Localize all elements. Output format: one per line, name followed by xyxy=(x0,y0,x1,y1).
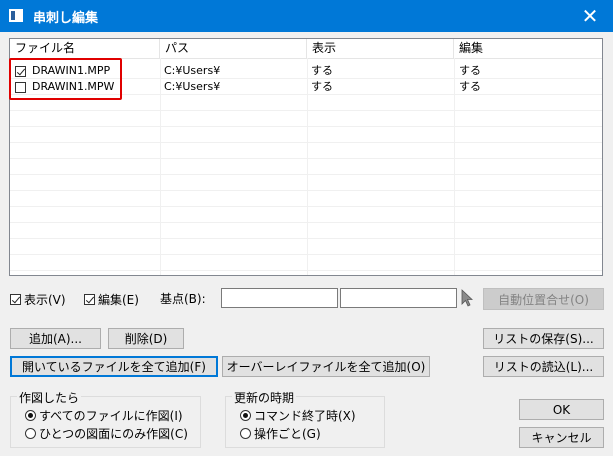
window-title: 串刺し編集 xyxy=(33,11,99,26)
basepoint-label: 基点(B): xyxy=(160,292,206,306)
update-timing-group: 更新の時期 コマンド終了時(X) 操作ごと(G) xyxy=(225,389,385,448)
empty-row xyxy=(10,223,602,239)
column-header-edit[interactable]: 編集 xyxy=(454,39,602,58)
add-button[interactable]: 追加(A)... xyxy=(10,328,101,349)
pick-point-icon[interactable] xyxy=(461,289,473,307)
edit-checkbox-label: 編集(E) xyxy=(98,293,139,307)
edit-checkbox-box[interactable] xyxy=(84,294,95,305)
empty-row xyxy=(10,143,602,159)
radio-per-operation-label: 操作ごと(G) xyxy=(254,427,321,441)
show-checkbox-box[interactable] xyxy=(10,294,21,305)
add-all-overlay-files-button[interactable]: オーバーレイファイルを全て追加(O) xyxy=(222,356,430,377)
radio-per-operation[interactable]: 操作ごと(G) xyxy=(240,425,321,442)
basepoint-x-input[interactable] xyxy=(221,288,338,308)
row-edit: する xyxy=(459,80,481,93)
add-all-open-files-button[interactable]: 開いているファイルを全て追加(F) xyxy=(10,356,218,377)
column-header-display[interactable]: 表示 xyxy=(307,39,454,58)
radio-on-command-end[interactable]: コマンド終了時(X) xyxy=(240,407,356,424)
edit-checkbox[interactable]: 編集(E) xyxy=(84,291,139,308)
empty-row xyxy=(10,255,602,271)
empty-row xyxy=(10,191,602,207)
draw-target-group-title: 作図したら xyxy=(17,389,82,406)
auto-align-button[interactable]: 自動位置合せ(O) xyxy=(483,288,604,310)
row-display: する xyxy=(311,64,333,77)
row-edit: する xyxy=(459,64,481,77)
load-list-button[interactable]: リストの読込(L)... xyxy=(483,356,604,377)
basepoint-y-input[interactable] xyxy=(340,288,457,308)
close-button[interactable]: ✕ xyxy=(567,0,613,32)
empty-row xyxy=(10,111,602,127)
empty-row xyxy=(10,175,602,191)
red-highlight-box xyxy=(9,58,122,100)
show-checkbox[interactable]: 表示(V) xyxy=(10,291,66,308)
radio-all-files-label: すべてのファイルに作図(I) xyxy=(39,409,183,423)
column-header-filename[interactable]: ファイル名 xyxy=(10,39,160,58)
radio-all-files[interactable]: すべてのファイルに作図(I) xyxy=(25,407,183,424)
empty-row xyxy=(10,127,602,143)
update-timing-group-title: 更新の時期 xyxy=(232,389,297,406)
row-display: する xyxy=(311,80,333,93)
column-header-path[interactable]: パス xyxy=(160,39,307,58)
radio-per-operation-button[interactable] xyxy=(240,428,251,439)
radio-on-command-end-label: コマンド終了時(X) xyxy=(254,409,356,423)
radio-single-drawing[interactable]: ひとつの図面にのみ作図(C) xyxy=(25,425,188,442)
row-path: C:¥Users¥ xyxy=(164,80,221,93)
radio-single-drawing-label: ひとつの図面にのみ作図(C) xyxy=(39,427,188,441)
draw-target-group: 作図したら すべてのファイルに作図(I) ひとつの図面にのみ作図(C) xyxy=(10,389,201,448)
empty-row xyxy=(10,239,602,255)
radio-single-drawing-button[interactable] xyxy=(25,428,36,439)
delete-button[interactable]: 削除(D) xyxy=(108,328,184,349)
app-icon xyxy=(9,9,23,22)
list-header: ファイル名 パス 表示 編集 xyxy=(10,39,602,59)
save-list-button[interactable]: リストの保存(S)... xyxy=(483,328,604,349)
title-bar[interactable]: 串刺し編集 ✕ xyxy=(0,0,613,32)
ok-button[interactable]: OK xyxy=(519,399,604,420)
empty-row xyxy=(10,207,602,223)
radio-all-files-button[interactable] xyxy=(25,410,36,421)
cancel-button[interactable]: キャンセル xyxy=(519,427,604,448)
show-checkbox-label: 表示(V) xyxy=(24,293,66,307)
close-icon: ✕ xyxy=(581,4,599,28)
radio-on-command-end-button[interactable] xyxy=(240,410,251,421)
dialog-window: 串刺し編集 ✕ ファイル名 パス 表示 編集 DRAWIN1.MPP C:¥Us… xyxy=(0,0,613,456)
row-path: C:¥Users¥ xyxy=(164,64,221,77)
empty-row xyxy=(10,159,602,175)
